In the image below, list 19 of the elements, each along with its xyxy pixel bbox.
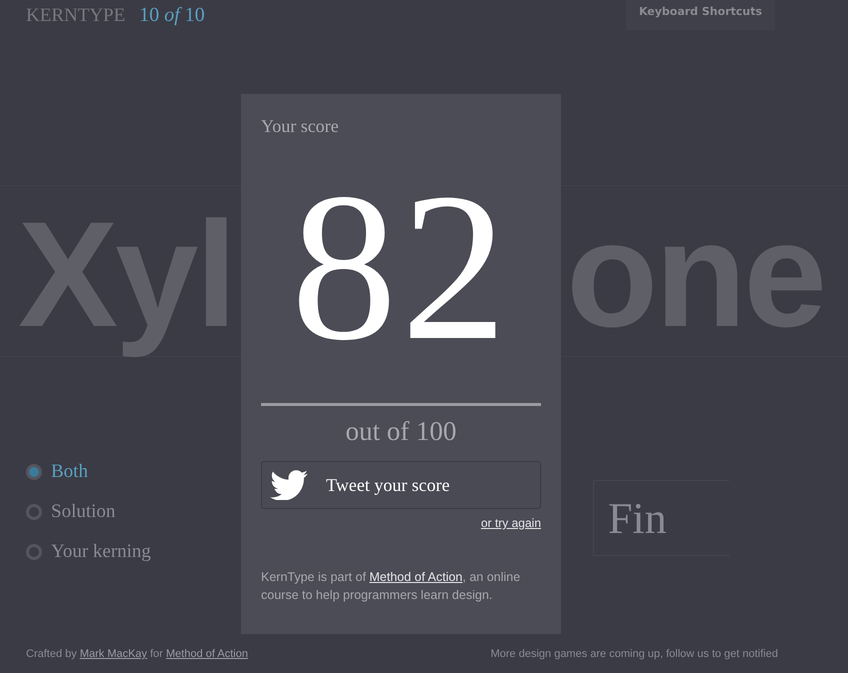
site-link[interactable]: Method of Action [166, 648, 248, 660]
view-radio-option[interactable]: Both [26, 460, 151, 483]
score-value: 82 [290, 167, 512, 367]
tweet-button[interactable]: Tweet your score [261, 461, 541, 509]
next-button[interactable]: Fin [592, 480, 763, 556]
keyboard-shortcuts-button[interactable]: Keyboard Shortcuts [626, 0, 775, 30]
credit-text: Crafted by Mark MacKay for Method of Action [26, 648, 248, 660]
score-total: out of 100 [344, 416, 458, 447]
course-link[interactable]: Method of Action [369, 570, 463, 584]
progress-counter: 10 of 10 [139, 4, 205, 27]
notice-text: More design games are coming up, follow us to get notified [490, 648, 778, 660]
view-radio-option[interactable]: Solution [26, 500, 151, 523]
author-link[interactable]: Mark MacKay [80, 648, 148, 660]
view-radio-option[interactable]: Your kerning [26, 540, 151, 563]
app-logo: KERNTYPE [26, 5, 126, 27]
dialog-title: Your score [261, 116, 340, 137]
try-again-link[interactable]: or try again [480, 516, 541, 530]
bird-icon [270, 470, 308, 500]
about-text: KernType is part of Method of Action, an online course to help programmers learn design. [261, 569, 522, 604]
